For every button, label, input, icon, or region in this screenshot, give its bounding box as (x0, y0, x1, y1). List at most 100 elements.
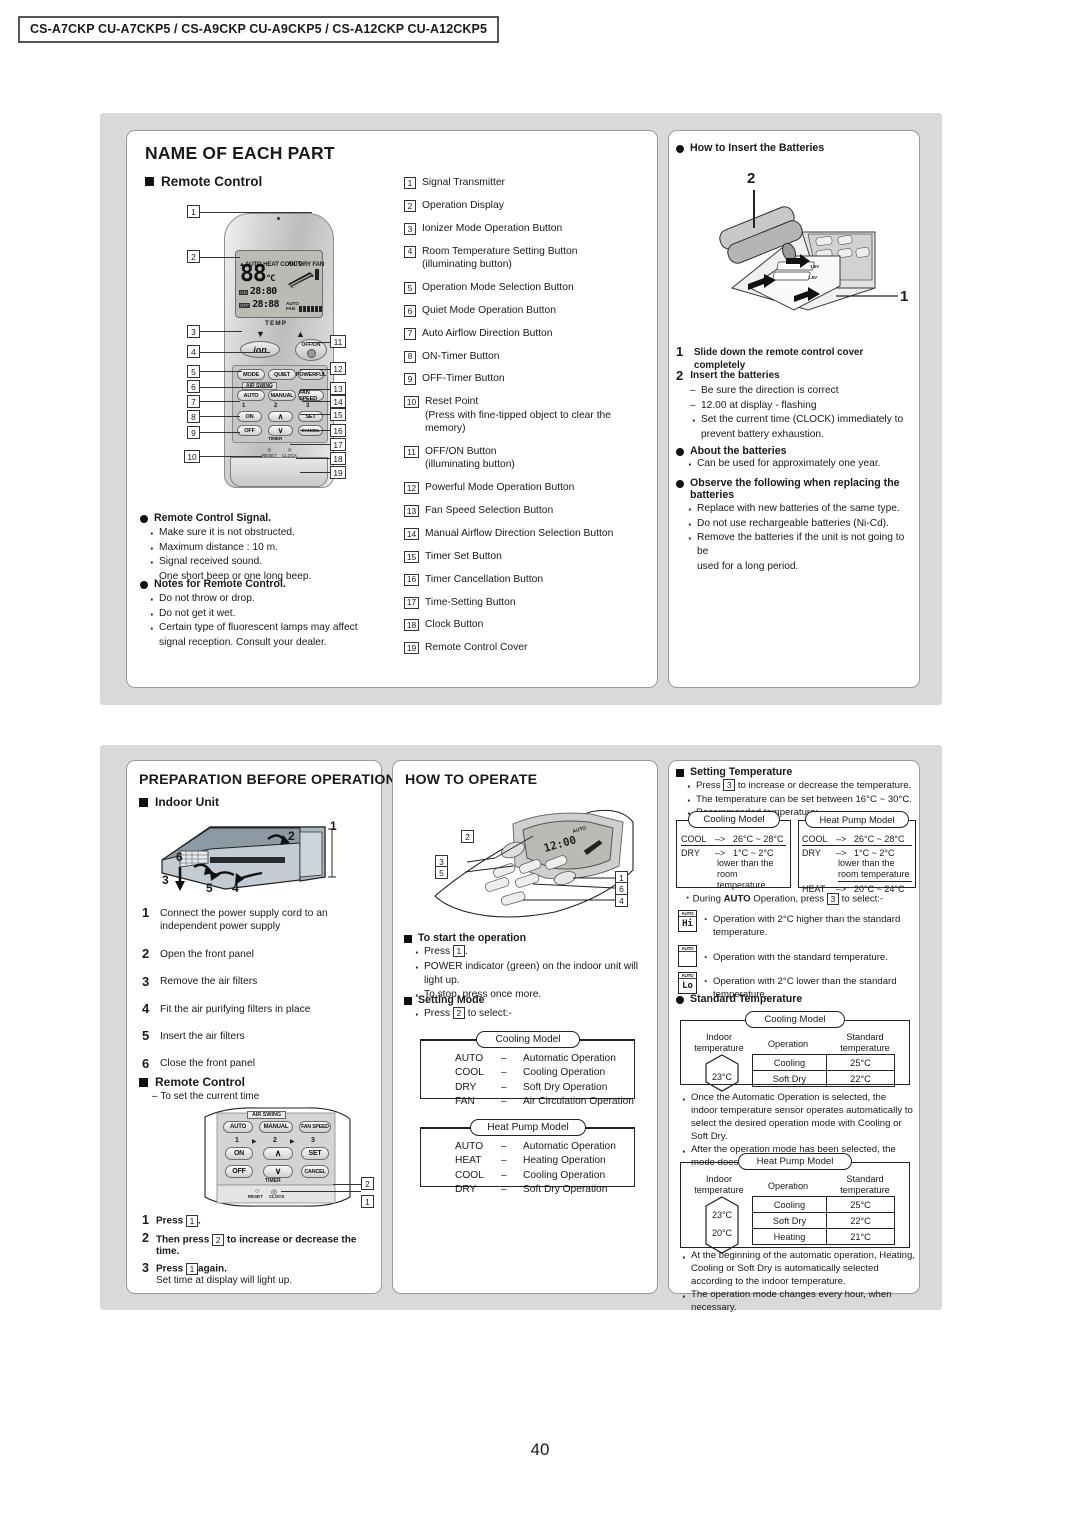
list-item: Certain type of fluorescent lamps may af… (148, 620, 375, 638)
callout-3: 3 (187, 325, 200, 338)
auto-line-post: to select:- (841, 893, 884, 905)
part-num-16: 16 (404, 573, 419, 586)
list-item: POWER indicator (green) on the indoor un… (413, 959, 652, 988)
part-item-12: 12 Powerful Mode Operation Button (404, 481, 649, 495)
ion-button[interactable]: ion (240, 341, 280, 358)
clock-step-1-verb: Press (155, 1216, 184, 1227)
part-label-9: OFF-Timer Button (422, 373, 505, 385)
standard-heatpump-tab: Heat Pump Model (738, 1153, 852, 1170)
lcd-icon-standard-top: AUTO (679, 946, 696, 952)
on-timer-button[interactable]: ON (237, 411, 262, 422)
table-row: Soft Dry 22°C (752, 1070, 895, 1087)
subhead-indoor-unit-label: Indoor Unit (155, 795, 219, 809)
callout-1: 1 (187, 205, 200, 218)
setting-mode-box: 2 (452, 1007, 465, 1020)
temp-down-arrow-icon: ▼ (256, 329, 265, 339)
part-label-15: Timer Set Button (425, 550, 502, 562)
heatpump-indoor-hex (705, 1196, 739, 1254)
part-num-1: 1 (404, 177, 416, 189)
powerful-button[interactable]: POWERFUL (296, 369, 326, 380)
part-item-18: 18 Clock Button (404, 618, 649, 632)
how-to-operate-title: HOW TO OPERATE (405, 772, 538, 788)
about-batteries-head: About the batteries (676, 445, 914, 457)
callout-6-line (200, 387, 272, 388)
remote-signal-note-block: Remote Control Signal. Make sure it is n… (140, 512, 370, 584)
list-item: Signal received sound. (148, 554, 370, 572)
clock-step-2: 2 Then press 2 to increase or decrease t… (142, 1231, 378, 1256)
prep-step-6-text: Close the front panel (160, 1058, 256, 1070)
list-item: Be sure the direction is correct (690, 384, 914, 398)
part-num-18: 18 (404, 619, 419, 632)
heatpump-col-operation: Operation (767, 1181, 809, 1191)
auto-airflow-button[interactable]: AUTO (237, 390, 265, 401)
closeup-arrow-1: ▶ (252, 1139, 257, 1145)
part-num-14: 14 (404, 527, 419, 540)
standard-temperature-block: Standard Temperature (676, 993, 914, 1005)
part-item-17: 17 Time-Setting Button (404, 596, 649, 609)
setting-mode-pre: Press (424, 1008, 451, 1019)
list-item: The operation mode changes every hour, w… (680, 1288, 915, 1315)
manual-button-2[interactable]: MANUAL (259, 1121, 293, 1133)
cancel-button-2[interactable]: CANCEL (301, 1165, 329, 1178)
timer-set-button[interactable]: SET (298, 411, 323, 422)
callout-11-line (306, 342, 332, 343)
set-button-2[interactable]: SET (301, 1147, 329, 1160)
indoor-callout-2: 2 (288, 829, 295, 843)
lcd-on-time: 28:80 (249, 286, 277, 297)
table-row: DRY –> 1°C ~ 2°C (802, 848, 895, 858)
clock-step-1: 1 Press 1. (142, 1213, 378, 1228)
clock-step-3: 3 Press 1 again. Set time at display will… (142, 1261, 378, 1286)
part-sub-11: (illuminating button) (425, 459, 515, 471)
callout-10: 10 (184, 450, 200, 463)
subhead-remote-control-prep-label: Remote Control (155, 1075, 245, 1089)
remote-notes-list: Do not throw or drop. Do not get it wet.… (148, 591, 375, 650)
auto-button-2[interactable]: AUTO (223, 1121, 253, 1133)
part-item-7: 7 Auto Airflow Direction Button (404, 327, 649, 340)
air-swing-label-2: AIR SWING (247, 1111, 287, 1119)
down-button-2[interactable]: ∨ (263, 1165, 293, 1178)
battery-callout-1: 1 (900, 288, 909, 305)
time-down-button[interactable]: ∨ (268, 425, 293, 436)
list-item: At the beginning of the automatic operat… (680, 1249, 915, 1289)
reset-label-2: RESET (248, 1194, 263, 1199)
fan-speed-button[interactable]: FAN SPEED (298, 390, 324, 402)
auto-options-list: AUTO Hi · Operation with 2°C higher than… (678, 910, 916, 1002)
callout-13-line (300, 389, 332, 390)
fan-speed-button-2[interactable]: FAN SPEED (299, 1121, 331, 1133)
set-temp-0-post: to increase or decrease the temperature. (737, 780, 912, 791)
quiet-button[interactable]: QUIET (268, 369, 296, 380)
closeup-callout-1: 1 (361, 1195, 374, 1208)
setting-mode-list: Press 2 to select:- (413, 1006, 652, 1024)
off-button-2[interactable]: OFF (225, 1165, 253, 1178)
manual-airflow-button[interactable]: MANUAL (268, 390, 296, 401)
list-item: Set the current time (CLOCK) immediately… (690, 412, 914, 430)
recommended-heatpump-tab: Heat Pump Model (805, 811, 909, 828)
part-item-15: 15 Timer Set Button (404, 550, 649, 563)
clock-step-3-sub: Set time at display will light up. (155, 1275, 293, 1287)
lcd-temp-value: 88°C (240, 261, 276, 287)
heatpump-col-standard: Standard temperature (840, 1174, 890, 1196)
callout-1-line (200, 212, 312, 213)
part-item-10: 10 Reset Point (Press with fine-tipped obj… (404, 395, 649, 435)
battery-illustration: 2 1 1.5V 1.5V (690, 170, 915, 330)
airflow-icon (288, 269, 319, 288)
callout-2: 2 (187, 250, 200, 263)
time-up-button[interactable]: ∧ (268, 411, 293, 422)
indoor-callout-3: 3 (162, 873, 169, 887)
auto-line-pre: During (692, 893, 721, 905)
table-row: COOL – Cooling Operation (455, 1067, 606, 1079)
timer-label-2: TIMER (265, 1178, 281, 1184)
part-label-19: Remote Control Cover (425, 642, 528, 654)
callout-19: 19 (330, 466, 346, 479)
off-timer-button[interactable]: OFF (237, 425, 262, 436)
callout-15-line (300, 414, 332, 415)
standard-temperature-head: Standard Temperature (676, 993, 914, 1005)
cooling-mode-list: AUTO – Automatic Operation COOL – Cooling Op… (455, 1052, 634, 1110)
up-button-2[interactable]: ∧ (263, 1147, 293, 1160)
temp-up-arrow-icon: ▲ (296, 329, 305, 339)
clock-step-2-box: 2 (212, 1233, 225, 1246)
on-button-2[interactable]: ON (225, 1147, 253, 1160)
lcd-temp-digits: 88 (240, 261, 267, 287)
remote-control-illustration: ▲AUTO HEAT COOL DRY FAN 88°C ON 28:80 OF… (180, 205, 350, 490)
remote-notes-head: Notes for Remote Control. (140, 578, 375, 590)
